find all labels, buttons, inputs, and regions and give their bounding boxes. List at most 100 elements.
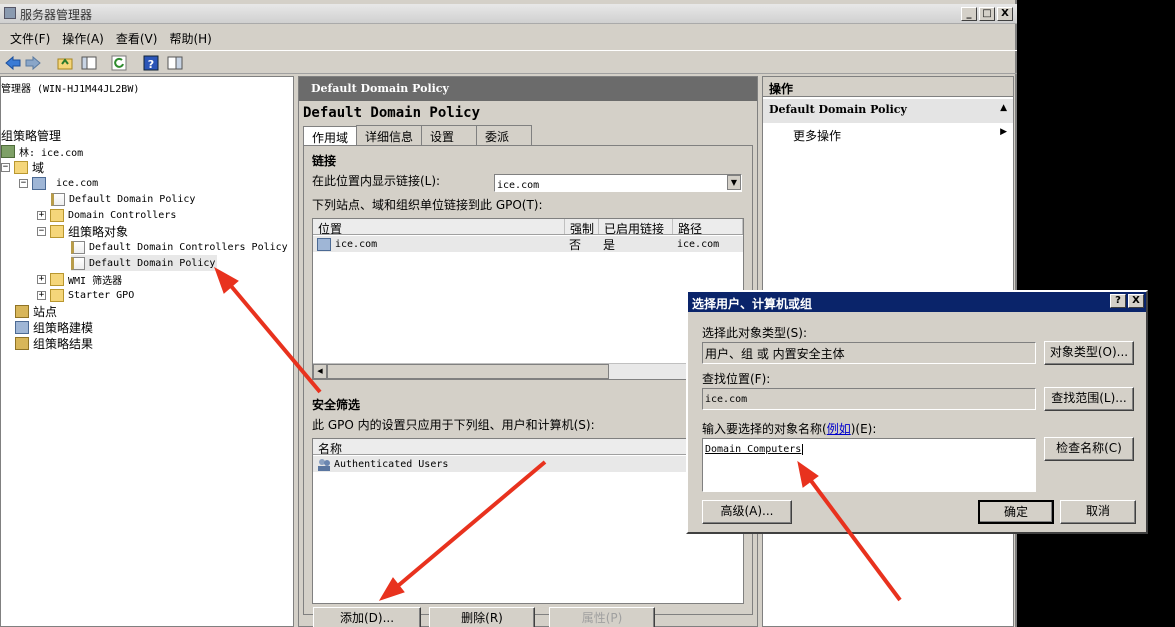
object-names-input[interactable]: Domain Computers (702, 438, 1036, 492)
up-folder-icon[interactable] (56, 54, 74, 72)
dialog-close-button[interactable]: X (1128, 294, 1144, 308)
domain-icon (32, 176, 46, 190)
display-links-dropdown[interactable]: ice.com ▼ (494, 174, 742, 192)
advanced-button[interactable]: 高级(A)... (702, 500, 792, 524)
remove-button[interactable]: 删除(R) (429, 607, 535, 627)
object-type-label: 选择此对象类型(S): (702, 326, 808, 340)
location-label: 查找位置(F): (702, 372, 771, 386)
tree-node-gpm[interactable]: 组策略管理 (1, 127, 61, 143)
tree-node-domain-ice[interactable]: − ice.com (19, 175, 98, 191)
expand-icon[interactable]: + (37, 290, 46, 300)
ok-button[interactable]: 确定 (978, 500, 1054, 524)
locations-button[interactable]: 查找范围(L)... (1044, 387, 1134, 411)
collapse-icon[interactable]: − (37, 226, 46, 236)
domain-icon (317, 237, 331, 251)
maximize-button[interactable]: □ (979, 7, 995, 21)
examples-link[interactable]: 例如 (827, 422, 851, 436)
tree-node-domains[interactable]: − 域 (1, 159, 44, 175)
horizontal-scrollbar[interactable]: ◀ (313, 363, 743, 379)
security-header: 名称 (313, 439, 743, 455)
folder-icon (50, 288, 64, 302)
folder-icon (50, 224, 64, 238)
location-field: ice.com (702, 388, 1036, 410)
scroll-left-icon[interactable]: ◀ (313, 364, 327, 379)
title-bar: 服务器管理器 _ □ X (0, 4, 1017, 24)
collapse-icon[interactable]: − (1, 162, 10, 172)
links-heading: 链接 (312, 154, 337, 168)
properties-view-icon[interactable] (166, 54, 184, 72)
cancel-button[interactable]: 取消 (1060, 500, 1136, 524)
tree-node-wmi-filters[interactable]: + WMI 筛选器 (37, 271, 122, 287)
tree-node-forest[interactable]: 林: ice.com (1, 143, 83, 159)
tab-details[interactable]: 详细信息 (356, 125, 423, 145)
minimize-button[interactable]: _ (961, 7, 977, 21)
gpo-icon (71, 256, 85, 270)
table-row[interactable]: ice.com 否 是 ice.com (313, 236, 743, 252)
gpo-icon (71, 240, 85, 254)
properties-button[interactable]: 属性(P) (549, 607, 655, 627)
tree-node-server-manager[interactable]: 管理器 (WIN-HJ1M44JL2BW) (1, 79, 139, 95)
security-list: 名称 Authenticated Users (312, 438, 744, 604)
tree-node-modeling[interactable]: 组策略建模 (15, 319, 93, 335)
tree-node-ddp[interactable]: Default Domain Policy (71, 255, 218, 271)
list-item[interactable]: Authenticated Users (313, 456, 743, 472)
toolbar: ? (0, 50, 1017, 74)
pane-header: Default Domain Policy (299, 77, 757, 101)
collapse-up-icon[interactable]: ▲ (1000, 103, 1007, 113)
menu-view[interactable]: 查看(V) (112, 26, 162, 48)
tree-node-results[interactable]: 组策略结果 (15, 335, 93, 351)
window-title: 服务器管理器 (20, 8, 93, 22)
col-enforced[interactable]: 强制 (565, 219, 599, 234)
menu-file[interactable]: 文件(F) (6, 26, 54, 48)
ou-folder-icon (50, 208, 64, 222)
dialog-title-bar: 选择用户、计算机或组 ? X (688, 292, 1146, 312)
chevron-right-icon: ▶ (1000, 127, 1007, 137)
tree-node-ddcp[interactable]: Default Domain Controllers Policy (71, 239, 288, 255)
tree-node-sites[interactable]: 站点 (15, 303, 57, 319)
check-names-button[interactable]: 检查名称(C) (1044, 437, 1134, 461)
console-tree: 管理器 (WIN-HJ1M44JL2BW) 组策略管理 林: ice.com −… (0, 76, 294, 627)
refresh-icon[interactable] (110, 54, 128, 72)
expand-icon[interactable]: + (37, 274, 46, 284)
object-types-button[interactable]: 对象类型(O)... (1044, 341, 1134, 365)
links-header: 位置 强制 已启用链接 路径 (313, 219, 743, 235)
chevron-down-icon[interactable]: ▼ (727, 175, 741, 190)
forest-icon (1, 144, 15, 158)
col-link-enabled[interactable]: 已启用链接 (599, 219, 673, 234)
close-button[interactable]: X (997, 7, 1013, 21)
forward-arrow-icon[interactable] (24, 54, 42, 72)
security-filtering-label: 此 GPO 内的设置只应用于下列组、用户和计算机(S): (312, 418, 595, 432)
gpo-title: Default Domain Policy (303, 105, 481, 121)
help-button[interactable]: ? (1110, 294, 1126, 308)
more-actions-item[interactable]: 更多操作 ▶ (793, 127, 1011, 145)
col-name[interactable]: 名称 (313, 439, 743, 454)
actions-section-header[interactable]: Default Domain Policy ▲ (763, 99, 1013, 123)
object-names-label: 输入要选择的对象名称(例如)(E): (702, 422, 877, 436)
tree-node-domain-controllers[interactable]: + Domain Controllers (37, 207, 176, 223)
object-type-field: 用户、组 或 内置安全主体 (702, 342, 1036, 364)
menu-bar: 文件(F) 操作(A) 查看(V) 帮助(H) (0, 26, 1017, 48)
col-location[interactable]: 位置 (313, 219, 565, 234)
menu-action[interactable]: 操作(A) (58, 26, 108, 48)
tab-scope[interactable]: 作用域 (303, 126, 358, 146)
scroll-thumb[interactable] (327, 364, 609, 379)
back-arrow-icon[interactable] (4, 54, 22, 72)
users-group-icon (318, 458, 330, 471)
show-hide-tree-icon[interactable] (80, 54, 98, 72)
menu-help[interactable]: 帮助(H) (165, 26, 215, 48)
tree-node-gpo-container[interactable]: − 组策略对象 (37, 223, 128, 239)
help-icon[interactable]: ? (142, 54, 160, 72)
tree-node-starter-gpo[interactable]: + Starter GPO (37, 287, 134, 303)
expand-icon[interactable]: + (37, 210, 46, 220)
tree-node-ddp-link[interactable]: Default Domain Policy (51, 191, 195, 207)
tab-delegation[interactable]: 委派 (476, 125, 533, 145)
actions-header: 操作 (763, 77, 1013, 97)
app-icon (4, 7, 16, 19)
collapse-icon[interactable]: − (19, 178, 28, 188)
display-links-label: 在此位置内显示链接(L): (312, 174, 441, 188)
add-button[interactable]: 添加(D)... (313, 607, 421, 627)
col-path[interactable]: 路径 (673, 219, 743, 234)
tab-settings[interactable]: 设置 (421, 125, 478, 145)
gpo-link-icon (51, 192, 65, 206)
folder-icon (50, 272, 64, 286)
